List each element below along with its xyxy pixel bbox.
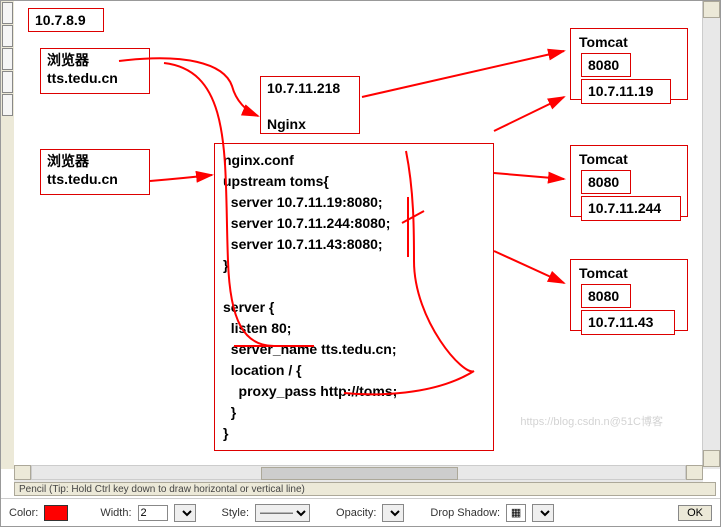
style-select[interactable]: ——— xyxy=(255,504,310,522)
vertical-scrollbar[interactable] xyxy=(702,1,720,469)
tomcat3-ip: 10.7.11.43 xyxy=(581,310,675,334)
dropshadow-select[interactable] xyxy=(532,504,554,522)
tomcat1-container: Tomcat 8080 10.7.11.19 xyxy=(570,28,688,100)
nginx-conf-box: nginx.conf upstream toms{ server 10.7.11… xyxy=(214,143,494,451)
watermark-text: https://blog.csdn.n@51C博客 xyxy=(520,413,663,429)
tomcat1-label: Tomcat xyxy=(579,34,628,50)
tomcat1-ip: 10.7.11.19 xyxy=(581,79,671,103)
dropshadow-icon[interactable]: ▦ xyxy=(506,504,526,522)
tomcat3-container: Tomcat 8080 10.7.11.43 xyxy=(570,259,688,331)
tomcat3-label: Tomcat xyxy=(579,265,628,281)
drawing-canvas[interactable]: 10.7.8.9 浏览器 tts.tedu.cn 浏览器 tts.tedu.cn… xyxy=(14,1,703,469)
tomcat1-port: 8080 xyxy=(581,53,631,77)
app-window: 10.7.8.9 浏览器 tts.tedu.cn 浏览器 tts.tedu.cn… xyxy=(0,0,721,527)
color-swatch[interactable] xyxy=(44,505,68,521)
ok-button[interactable]: OK xyxy=(678,505,712,521)
style-label: Style: xyxy=(222,507,250,519)
opacity-label: Opacity: xyxy=(336,507,376,519)
tomcat2-ip: 10.7.11.244 xyxy=(581,196,681,220)
scroll-left-button[interactable] xyxy=(14,465,31,480)
tomcat2-container: Tomcat 8080 10.7.11.244 xyxy=(570,145,688,217)
browser2-host: tts.tedu.cn xyxy=(47,171,118,187)
nginx-ip: 10.7.11.218 xyxy=(267,80,340,96)
color-label: Color: xyxy=(9,507,38,519)
tool-slot[interactable] xyxy=(2,71,13,93)
width-label: Width: xyxy=(100,507,131,519)
options-bar: Color: Width: Style: ——— Opacity: Drop S… xyxy=(1,498,720,526)
tomcat3-port: 8080 xyxy=(581,284,631,308)
width-input[interactable] xyxy=(138,505,168,521)
tomcat2-label: Tomcat xyxy=(579,151,628,167)
opacity-select[interactable] xyxy=(382,504,404,522)
horizontal-scrollbar[interactable] xyxy=(14,465,703,482)
browser2-title: 浏览器 xyxy=(47,153,89,169)
tomcat2-port: 8080 xyxy=(581,170,631,194)
browser2-box: 浏览器 tts.tedu.cn xyxy=(40,149,150,195)
hscroll-thumb[interactable] xyxy=(261,467,459,480)
tool-slot[interactable] xyxy=(2,94,13,116)
scroll-up-button[interactable] xyxy=(703,1,720,18)
nginx-label: Nginx xyxy=(267,116,306,132)
dropshadow-label: Drop Shadow: xyxy=(430,507,500,519)
browser1-host: tts.tedu.cn xyxy=(47,70,118,86)
nginx-box: 10.7.11.218 Nginx xyxy=(260,76,360,134)
browser1-box: 浏览器 tts.tedu.cn xyxy=(40,48,150,94)
hscroll-track[interactable] xyxy=(31,465,686,480)
status-hint: Pencil (Tip: Hold Ctrl key down to draw … xyxy=(14,482,716,496)
browser1-title: 浏览器 xyxy=(47,52,89,68)
tool-slot[interactable] xyxy=(2,48,13,70)
tool-slot[interactable] xyxy=(2,25,13,47)
tool-slot[interactable] xyxy=(2,2,13,24)
scroll-right-button[interactable] xyxy=(686,465,703,480)
width-stepper[interactable] xyxy=(174,504,196,522)
vertical-toolbar xyxy=(1,1,15,469)
scroll-down-button[interactable] xyxy=(703,450,720,467)
client-ip-box: 10.7.8.9 xyxy=(28,8,104,32)
